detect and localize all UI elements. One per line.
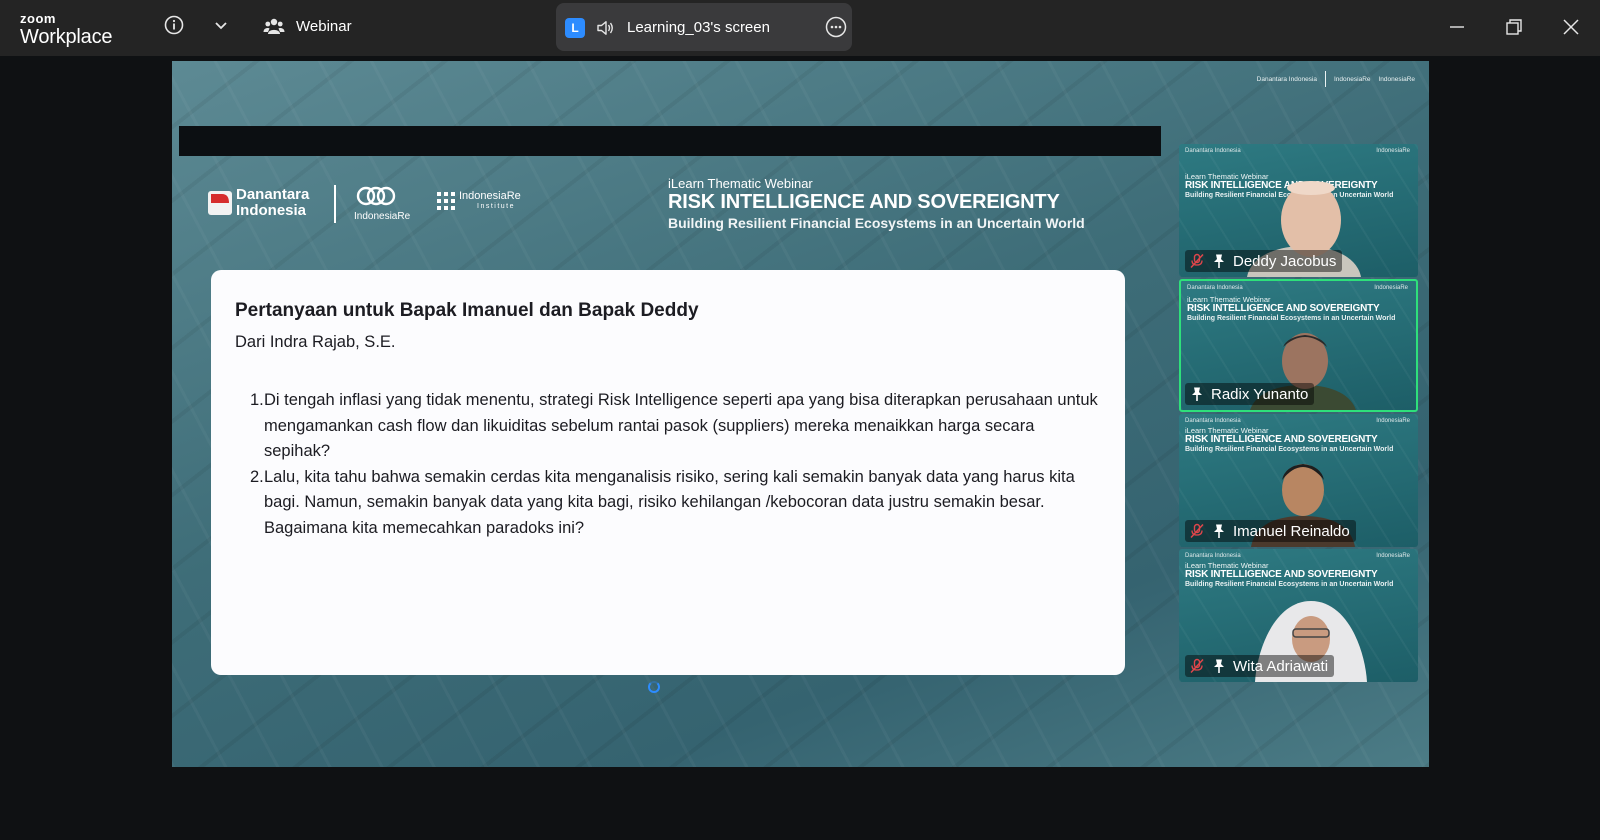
tile-brand: Danantara Indonesia [1185, 148, 1241, 154]
logo-divider [1325, 71, 1326, 87]
webinar-tagline: Building Resilient Financial Ecosystems … [668, 215, 1085, 231]
danantara-logo-text: Danantara Indonesia [236, 186, 310, 219]
question-card: Pertanyaan untuk Bapak Imanuel dan Bapak… [211, 270, 1125, 675]
muted-mic-icon [1190, 523, 1204, 539]
tile-brand-right: IndonesiaRe [1376, 148, 1410, 154]
participant-name-bar: Wita Adriawati [1185, 655, 1335, 677]
question-list: 1. Di tengah inflasi yang tidak menentu,… [250, 388, 1104, 542]
logo-line-2: Workplace [20, 26, 113, 48]
people-icon [263, 18, 285, 34]
loading-spinner-icon [648, 681, 660, 693]
tile-webinar-title: RISK INTELLIGENCE AND SOVEREIGNTY [1187, 303, 1380, 314]
speaker-icon[interactable] [595, 18, 615, 38]
corner-logo-indonesiare: IndonesiaRe [1334, 75, 1371, 83]
question-item: 1. Di tengah inflasi yang tidak menentu,… [250, 388, 1104, 465]
meeting-type-label: Webinar [296, 18, 352, 35]
sharer-avatar: L [565, 18, 585, 38]
pin-icon [1192, 387, 1202, 401]
question-number: 2. [250, 467, 264, 486]
webinar-heading: iLearn Thematic Webinar RISK INTELLIGENC… [668, 177, 1085, 230]
question-text: Di tengah inflasi yang tidak menentu, st… [264, 391, 1098, 460]
institute-logo-icon [437, 192, 455, 210]
chevron-down-icon[interactable] [210, 14, 232, 36]
webinar-title: RISK INTELLIGENCE AND SOVEREIGNTY [668, 191, 1060, 213]
question-item: 2. Lalu, kita tahu bahwa semakin cerdas … [250, 465, 1104, 542]
black-banner [179, 126, 1161, 156]
danantara-logo-icon [208, 191, 232, 215]
participant-name: Deddy Jacobus [1233, 252, 1337, 270]
tile-webinar-tagline: Building Resilient Financial Ecosystems … [1185, 581, 1394, 588]
participant-name: Radix Yunanto [1211, 385, 1309, 403]
tile-brand-right: IndonesiaRe [1376, 418, 1410, 424]
video-tile-active-speaker[interactable]: Danantara Indonesia IndonesiaRe iLearn T… [1179, 279, 1418, 412]
video-tile[interactable]: Danantara Indonesia IndonesiaRe iLearn T… [1179, 414, 1418, 547]
indonesiare-logo-icon [356, 186, 396, 206]
share-screen-pill[interactable]: L Learning_03's screen [556, 3, 852, 51]
tile-brand-right: IndonesiaRe [1374, 285, 1408, 291]
question-number: 1. [250, 391, 264, 409]
info-icon[interactable] [163, 14, 185, 36]
institute-logo-text: IndonesiaRe [459, 190, 521, 202]
tile-brand: Danantara Indonesia [1185, 418, 1241, 424]
muted-mic-icon [1190, 658, 1204, 674]
participant-name-bar: Imanuel Reinaldo [1185, 520, 1356, 542]
restore-icon[interactable] [1503, 16, 1525, 38]
tile-webinar-title: RISK INTELLIGENCE AND SOVEREIGNTY [1185, 569, 1378, 580]
participant-name: Wita Adriawati [1233, 657, 1329, 675]
muted-mic-icon [1190, 253, 1204, 269]
question-sender: Dari Indra Rajab, S.E. [235, 333, 396, 351]
slide-logo-row: Danantara Indonesia IndonesiaRe Indonesi… [208, 185, 538, 225]
institute-logo-subtext: Institute [477, 203, 516, 210]
close-icon[interactable] [1560, 16, 1582, 38]
video-tile[interactable]: Danantara Indonesia IndonesiaRe iLearn T… [1179, 144, 1418, 277]
title-bar: zoom Workplace Webinar L Learning_03's s… [0, 0, 1600, 56]
stage-corner-logos: Danantara Indonesia IndonesiaRe Indonesi… [1257, 71, 1415, 87]
pin-icon [1214, 524, 1224, 538]
tile-webinar-tagline: Building Resilient Financial Ecosystems … [1187, 315, 1396, 322]
more-icon[interactable] [825, 16, 847, 38]
tile-brand: Danantara Indonesia [1187, 285, 1243, 291]
zoom-workplace-logo: zoom Workplace [20, 11, 113, 48]
participant-name-bar: Deddy Jacobus [1185, 250, 1343, 272]
corner-logo-institute: IndonesiaRe [1378, 75, 1416, 83]
corner-logo-danantara: Danantara Indonesia [1256, 75, 1317, 83]
pin-icon [1214, 254, 1224, 268]
minimize-icon[interactable] [1446, 16, 1468, 38]
share-label: Learning_03's screen [627, 19, 770, 36]
tile-brand-right: IndonesiaRe [1376, 553, 1410, 559]
tile-webinar-title: RISK INTELLIGENCE AND SOVEREIGNTY [1185, 434, 1378, 445]
indonesiare-logo-text: IndonesiaRe [354, 211, 411, 222]
pin-icon [1214, 659, 1224, 673]
participant-name-bar: Radix Yunanto [1185, 383, 1315, 405]
video-tile[interactable]: Danantara Indonesia IndonesiaRe iLearn T… [1179, 549, 1418, 682]
webinar-subtitle: iLearn Thematic Webinar [668, 176, 813, 191]
logo-divider [334, 185, 336, 223]
question-card-title: Pertanyaan untuk Bapak Imanuel dan Bapak… [235, 300, 699, 321]
tile-brand: Danantara Indonesia [1185, 553, 1241, 559]
logo-line-1: zoom [20, 11, 56, 26]
participant-name: Imanuel Reinaldo [1233, 522, 1350, 540]
question-text: Lalu, kita tahu bahwa semakin cerdas kit… [264, 467, 1075, 537]
